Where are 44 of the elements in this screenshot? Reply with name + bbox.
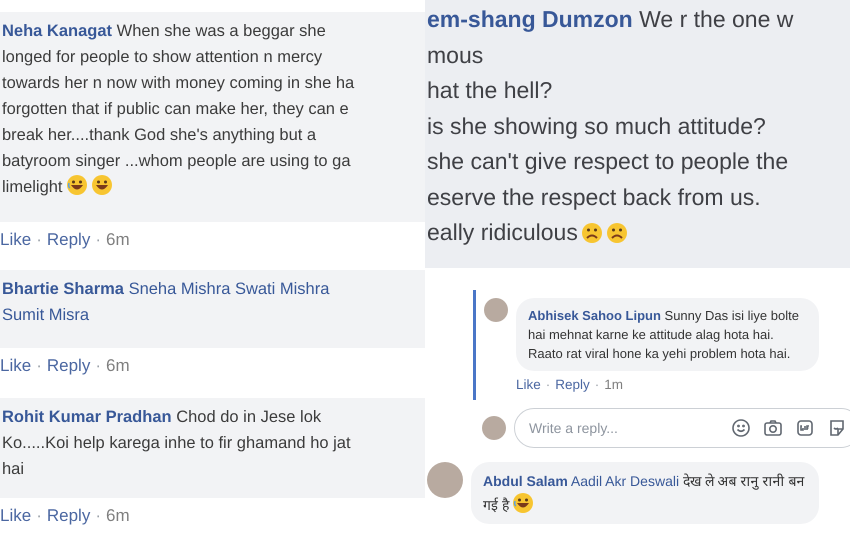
author-link[interactable]: Abhisek Sahoo Lipun — [528, 308, 661, 323]
author-link[interactable]: Rohit Kumar Pradhan — [2, 408, 172, 426]
sticker-icon[interactable] — [827, 418, 847, 438]
author-link[interactable]: Neha Kanagat — [2, 22, 112, 40]
mention-link[interactable]: Sneha Mishra Swati Mishra — [128, 280, 330, 298]
like-link[interactable]: Like — [0, 230, 32, 250]
separator-dot: · — [36, 356, 42, 376]
emoji-icon — [580, 222, 603, 244]
separator-dot: · — [594, 377, 600, 392]
comment-text: Neha Kanagat When she was a beggar she longed for people to show attention n mercy towards her n now with money coming in she ha forgotten that if public can make her, they can e break her....thank God she's anything but a batyroom singer ...whom people are using to ga limelight — [2, 21, 356, 198]
camera-icon[interactable] — [763, 418, 783, 438]
author-link[interactable]: Bhartie Sharma — [2, 280, 124, 298]
mention-link[interactable]: Aadil Akr Deswali — [570, 473, 680, 489]
timestamp: 6m — [106, 230, 130, 250]
emoji-icon — [512, 492, 534, 514]
separator-dot: · — [546, 377, 550, 392]
separator-dot: · — [36, 230, 42, 250]
mention-link[interactable]: Sumit Misra — [2, 306, 90, 324]
author-link[interactable]: em-shang Dumzon — [427, 6, 633, 32]
separator-dot: · — [95, 356, 101, 376]
timestamp: 6m — [106, 506, 130, 526]
reply-link[interactable]: Reply — [46, 506, 90, 526]
like-link[interactable]: Like — [0, 506, 32, 526]
timestamp: 1m — [604, 377, 624, 392]
reply-field[interactable]: Write a reply... — [514, 408, 850, 448]
comment-text: Abdul Salam Aadil Akr Deswali देख ले अब रानु रानी बन गई है — [471, 462, 819, 524]
comment-text: Rohit Kumar Pradhan Chod do in Jese lok Ko.....Koi help karega inhe to fir ghamand ho jat hai — [2, 407, 352, 480]
timestamp: 6m — [106, 356, 130, 376]
reply-link[interactable]: Reply — [46, 356, 90, 376]
emoji-icon — [90, 174, 113, 196]
like-link[interactable]: Like — [0, 356, 32, 376]
emoji-icon — [606, 222, 628, 244]
author-link[interactable]: Abdul Salam — [483, 473, 568, 489]
reply-link[interactable]: Reply — [46, 230, 90, 250]
gif-icon[interactable] — [795, 418, 815, 438]
comment-text: em-shang Dumzon We r the one w mous hat the hell? is she showing so much attitude? she can't give respect to people the eserve the respect back from us. eally ridiculous — [427, 5, 794, 247]
separator-dot: · — [95, 230, 101, 250]
separator-dot: · — [36, 506, 42, 526]
reply-text: Abhisek Sahoo Lipun Sunny Das isi liye bolte hai mehnat karne ke attitude alag hota hai. Raato rat viral hone ka yehi problem hota hai. — [516, 298, 819, 371]
smiley-icon[interactable] — [731, 418, 751, 438]
reply-link[interactable]: Reply — [555, 377, 590, 392]
like-link[interactable]: Like — [516, 377, 541, 392]
emoji-icon — [66, 174, 88, 196]
separator-dot: · — [95, 506, 101, 526]
